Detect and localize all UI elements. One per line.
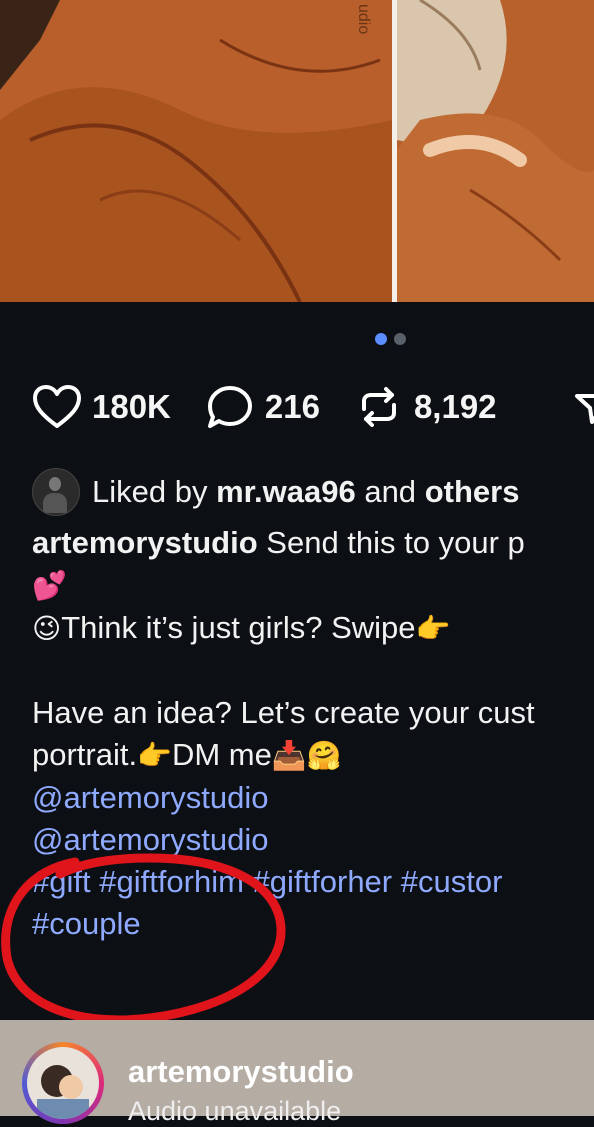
liked-by-row[interactable]: Liked by mr.waa96 and others — [32, 468, 519, 516]
repost-icon — [361, 387, 396, 427]
post-image-carousel[interactable]: udio — [0, 0, 594, 302]
share-button[interactable] — [574, 392, 594, 426]
pointing-right-emoji: 👉 — [415, 612, 451, 645]
liker-avatar[interactable] — [32, 468, 80, 516]
two-hearts-emoji: 💕 — [32, 569, 67, 602]
liked-by-prefix: Liked by — [92, 474, 208, 509]
carousel-indicator — [375, 333, 406, 345]
repost-count: 8,192 — [413, 388, 497, 425]
post-caption: artemorystudio Send this to your p 💕 😉Th… — [32, 522, 594, 945]
comment-button[interactable]: 216 — [205, 383, 320, 431]
watermark-text: udio — [355, 4, 372, 35]
heart-icon — [33, 385, 81, 428]
mention-link[interactable]: @artemorystudio — [32, 822, 269, 857]
comment-count: 216 — [264, 388, 320, 425]
audio-bar[interactable]: artemorystudio Audio unavailable — [0, 1020, 594, 1126]
caption-username[interactable]: artemorystudio — [32, 525, 258, 560]
share-icon — [575, 394, 594, 424]
hugging-face-emoji: 🤗 — [306, 739, 342, 772]
caption-dm-text: DM me — [171, 737, 272, 772]
hashtag-couple[interactable]: #couple — [32, 906, 141, 941]
like-button[interactable]: 180K — [32, 383, 171, 431]
audio-status: Audio unavailable — [128, 1096, 342, 1126]
caption-line-4: Have an idea? Let’s create your cust — [32, 695, 535, 730]
comment-icon — [207, 386, 252, 428]
liked-by-user[interactable]: mr.waa96 — [216, 474, 356, 510]
caption-line-3: Think it’s just girls? Swipe — [61, 610, 416, 645]
illustration — [0, 0, 594, 302]
mention-link[interactable]: @artemorystudio — [32, 780, 269, 815]
liked-by-others[interactable]: others — [425, 474, 520, 510]
profile-avatar[interactable] — [22, 1042, 104, 1124]
wink-emoji: 😉 — [32, 612, 62, 645]
inbox-tray-emoji: 📥 — [271, 739, 307, 772]
audio-username[interactable]: artemorystudio — [128, 1054, 354, 1090]
carousel-dot — [394, 333, 406, 345]
pointing-right-emoji: 👉 — [137, 739, 172, 772]
like-count: 180K — [92, 388, 171, 425]
caption-line-1: Send this to your p — [266, 525, 525, 560]
repost-button[interactable]: 8,192 — [354, 383, 497, 431]
post-action-bar: 180K 216 8,192 — [32, 384, 531, 430]
caption-line-5: portrait. — [32, 737, 138, 772]
hashtags-line[interactable]: #gift #giftforhim #giftforher #custor — [32, 864, 502, 899]
avatar-illustration — [37, 1065, 89, 1119]
carousel-dot-active — [375, 333, 387, 345]
liked-by-middle: and — [364, 474, 417, 509]
